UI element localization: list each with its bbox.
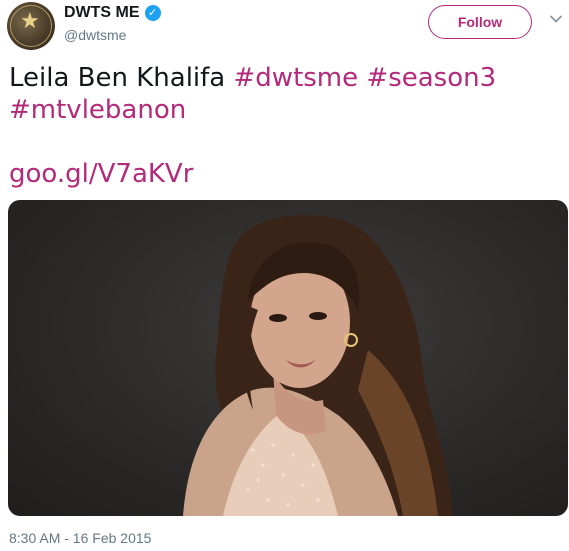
tweet-timestamp[interactable]: 8:30 AM - 16 Feb 2015 bbox=[9, 530, 151, 546]
avatar[interactable]: ★ bbox=[7, 2, 55, 50]
verified-badge-icon: ✓ bbox=[144, 5, 161, 21]
hashtag-link[interactable]: #mtvlebanon bbox=[9, 95, 186, 125]
tweet-text: Leila Ben Khalifa #dwtsme #season3 #mtvl… bbox=[9, 62, 559, 126]
star-icon: ★ bbox=[20, 8, 40, 33]
author-name-row[interactable]: DWTS ME ✓ bbox=[64, 4, 161, 22]
chevron-down-icon[interactable] bbox=[549, 12, 563, 26]
hashtag-link[interactable]: #season3 bbox=[366, 63, 496, 93]
display-name[interactable]: DWTS ME bbox=[64, 4, 140, 22]
short-url-link[interactable]: goo.gl/V7aKVr bbox=[9, 159, 193, 189]
author-handle[interactable]: @dwtsme bbox=[64, 27, 126, 43]
hashtag-link[interactable]: #dwtsme bbox=[234, 63, 359, 93]
tweet-photo[interactable] bbox=[8, 200, 568, 516]
portrait-illustration bbox=[183, 214, 453, 516]
tweet-link-line: goo.gl/V7aKVr bbox=[9, 158, 193, 190]
follow-button[interactable]: Follow bbox=[428, 5, 532, 39]
tweet-body-text: Leila Ben Khalifa bbox=[9, 63, 226, 93]
